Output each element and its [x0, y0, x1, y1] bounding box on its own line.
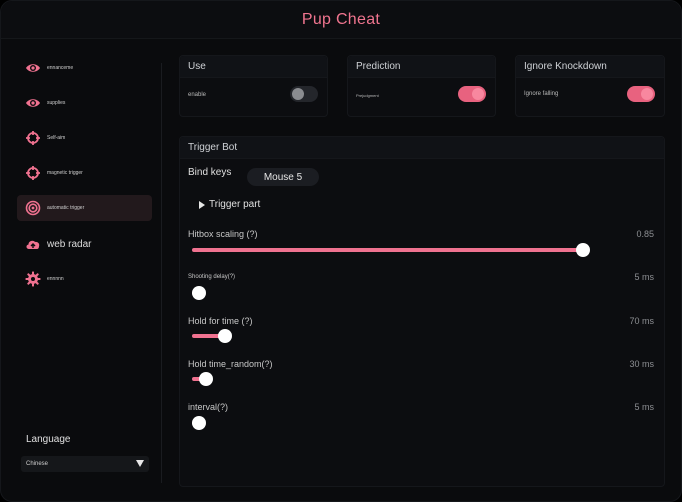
- panel-title: Use: [188, 61, 206, 72]
- panel-header: Prediction: [348, 56, 495, 78]
- sidebar-item-label: ennanceme: [47, 65, 74, 71]
- toggle-knob: [641, 88, 653, 100]
- sidebar-item-magnetic-trigger[interactable]: magnetic trigger: [17, 160, 152, 186]
- interval-value: 5 ms: [634, 402, 654, 412]
- hold-for-time-label: Hold for time (?): [188, 316, 253, 326]
- cloud-upload-icon: [25, 236, 41, 252]
- shooting-delay-value: 5 ms: [634, 272, 654, 282]
- panel-header: Use: [180, 56, 327, 78]
- panel-title: Trigger Bot: [188, 142, 238, 153]
- target-icon: [25, 200, 41, 216]
- prejudgment-label: Prejudgment: [356, 93, 379, 98]
- panel-trigger-bot: Trigger Bot Bind keys Mouse 5 Trigger pa…: [179, 136, 665, 487]
- sidebar: ennanceme supplies Self-aim magnetic tri…: [17, 49, 153, 489]
- prejudgment-toggle[interactable]: [458, 86, 486, 102]
- sidebar-item-web-radar[interactable]: web radar: [17, 231, 152, 257]
- app-window: Pup Cheat ennanceme supplies Self-aim ma…: [0, 0, 682, 502]
- slider-knob[interactable]: [198, 372, 213, 386]
- enable-label: enable: [188, 92, 207, 98]
- panel-header: Ignore Knockdown: [516, 56, 664, 78]
- hold-time-random-value: 30 ms: [629, 359, 654, 369]
- slider-knob[interactable]: [217, 329, 232, 343]
- hitbox-scaling-slider[interactable]: [192, 243, 658, 257]
- chevron-down-icon: [136, 460, 144, 467]
- ignore-falling-toggle[interactable]: [627, 86, 655, 102]
- enable-toggle[interactable]: [290, 86, 318, 102]
- toggle-knob: [292, 88, 304, 100]
- crosshair-icon: [25, 130, 41, 146]
- toggle-knob: [472, 88, 484, 100]
- hitbox-scaling-label: Hitbox scaling (?): [188, 229, 258, 239]
- sidebar-divider: [161, 63, 162, 483]
- hold-time-random-label: Hold time_random(?): [188, 359, 273, 369]
- sidebar-item-label: automatic trigger: [47, 205, 85, 211]
- sidebar-item-label: ennnnn: [47, 276, 64, 282]
- hold-time-random-slider[interactable]: [192, 372, 658, 386]
- slider-knob[interactable]: [576, 243, 591, 257]
- shooting-delay-slider[interactable]: [192, 286, 658, 300]
- hold-for-time-slider[interactable]: [192, 329, 658, 343]
- sidebar-item-label: supplies: [47, 100, 66, 106]
- bind-key-button[interactable]: Mouse 5: [247, 168, 319, 186]
- trigger-part-label: Trigger part: [209, 199, 261, 210]
- trigger-part-tree-node[interactable]: Trigger part: [199, 199, 260, 210]
- language-selected-value: Chinese: [26, 461, 49, 467]
- hold-for-time-value: 70 ms: [629, 316, 654, 326]
- eye-icon: [25, 60, 41, 76]
- panel-header: Trigger Bot: [180, 137, 664, 159]
- app-title: Pup Cheat: [301, 10, 381, 28]
- sidebar-item-label: web radar: [47, 238, 92, 250]
- sidebar-item-supplies[interactable]: supplies: [17, 90, 152, 116]
- panel-title: Ignore Knockdown: [524, 61, 607, 72]
- panel-title: Prediction: [356, 61, 401, 72]
- panel-ignore-knockdown: Ignore Knockdown Ignore falling: [515, 55, 665, 117]
- slider-knob[interactable]: [192, 286, 206, 300]
- title-bar: Pup Cheat: [1, 1, 681, 39]
- language-select[interactable]: Chinese: [21, 456, 149, 472]
- sidebar-item-label: Self-aim: [47, 135, 66, 141]
- shooting-delay-label: Shooting delay(?): [188, 274, 236, 280]
- interval-label: interval(?): [188, 402, 229, 412]
- hitbox-scaling-value: 0.85: [636, 229, 654, 239]
- gear-icon: [25, 271, 41, 287]
- slider-knob[interactable]: [192, 416, 206, 430]
- caret-right-icon: [199, 200, 205, 209]
- language-title: Language: [26, 434, 71, 445]
- sidebar-item-ennanceme[interactable]: ennanceme: [17, 55, 152, 81]
- sidebar-item-settings[interactable]: ennnnn: [17, 266, 152, 292]
- slider-fill: [192, 248, 584, 252]
- sidebar-item-self-aim[interactable]: Self-aim: [17, 125, 152, 151]
- sidebar-item-label: magnetic trigger: [47, 170, 83, 176]
- interval-slider[interactable]: [192, 416, 658, 430]
- eye-icon: [25, 95, 41, 111]
- ignore-falling-label: Ignore falling: [524, 91, 559, 97]
- crosshair-icon: [25, 165, 41, 181]
- sidebar-item-automatic-trigger[interactable]: automatic trigger: [17, 195, 152, 221]
- bind-keys-label: Bind keys: [188, 167, 232, 178]
- panel-use: Use enable: [179, 55, 328, 117]
- panel-prediction: Prediction Prejudgment: [347, 55, 496, 117]
